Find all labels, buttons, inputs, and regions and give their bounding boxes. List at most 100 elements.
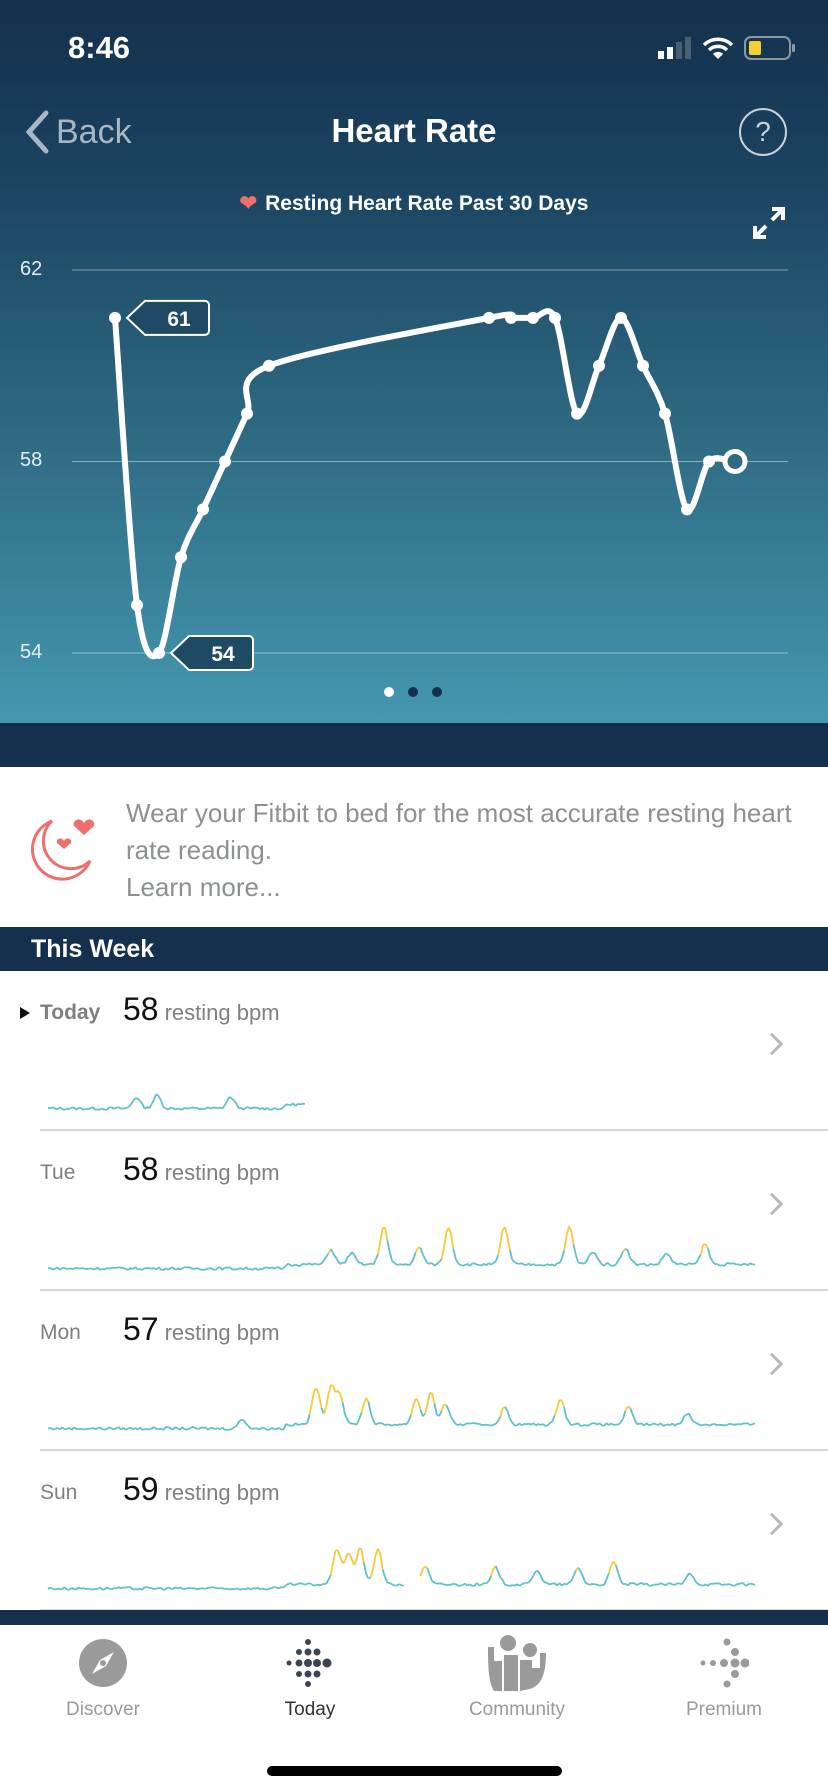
data-point[interactable] (241, 407, 253, 420)
day-row[interactable]: Sun 59 resting bpm (0, 1451, 828, 1611)
sparkline-segment (162, 1106, 167, 1110)
sparkline-segment (144, 1106, 148, 1110)
sparkline-segment (311, 1262, 315, 1266)
data-point[interactable] (571, 407, 583, 420)
data-point[interactable] (175, 551, 187, 564)
data-point[interactable] (593, 359, 605, 372)
sparkline-segment (292, 1583, 296, 1587)
data-point[interactable] (109, 311, 121, 324)
sparkline-segment (747, 1582, 751, 1586)
sleep-tip[interactable]: Wear your Fitbit to bed for the most acc… (0, 767, 828, 927)
data-point[interactable] (131, 599, 143, 612)
sparkline-segment (394, 1423, 398, 1427)
sparkline-segment (198, 1268, 202, 1271)
day-row[interactable]: Mon 57 resting bpm (0, 1291, 828, 1451)
day-row[interactable]: Tue 58 resting bpm (0, 1131, 828, 1291)
sparkline-segment (697, 1254, 702, 1260)
sparkline-segment (433, 1263, 438, 1267)
page-dot[interactable] (408, 687, 418, 697)
sparkline-segment (346, 1254, 351, 1259)
learn-more-link[interactable]: Learn more... (126, 869, 816, 906)
data-point[interactable] (219, 455, 231, 468)
data-point[interactable] (153, 647, 165, 659)
sparkline-segment (398, 1423, 402, 1426)
page-indicator[interactable] (384, 687, 442, 697)
resting-hr-chart[interactable]: 61 54 (0, 0, 828, 723)
sparkline-segment (348, 1553, 353, 1561)
sparkline-segment (749, 1262, 754, 1266)
sparkline-segment (386, 1240, 391, 1253)
sparkline-segment (174, 1267, 179, 1271)
sparkline-segment (276, 1107, 280, 1111)
day-row[interactable]: Today 58 resting bpm (0, 971, 828, 1131)
sparkline-segment (323, 1256, 327, 1262)
sparkline-segment (271, 1107, 275, 1111)
sparkline-segment (728, 1583, 732, 1586)
sparkline-segment (436, 1261, 440, 1265)
page-dot[interactable] (432, 687, 442, 697)
sparkline-segment (502, 1579, 507, 1586)
sparkline-segment (278, 1266, 282, 1270)
daily-hr-sparkline (47, 1384, 756, 1431)
sparkline-segment (509, 1249, 514, 1260)
sparkline-segment (306, 1414, 311, 1424)
home-indicator[interactable] (267, 1766, 562, 1776)
sparkline-segment (320, 1582, 325, 1586)
sparkline-segment (464, 1582, 469, 1587)
sparkline-segment (699, 1244, 705, 1255)
sparkline-segment (438, 1410, 443, 1417)
data-point[interactable] (483, 311, 495, 324)
sparkline-segment (719, 1264, 723, 1267)
sparkline-segment (141, 1586, 146, 1591)
sparkline-segment (101, 1107, 105, 1111)
sparkline-segment (526, 1422, 529, 1426)
sparkline-segment (292, 1422, 297, 1427)
data-point[interactable] (549, 311, 561, 324)
sparkline-segment (337, 1260, 341, 1265)
sparkline-segment (142, 1428, 145, 1431)
sparkline-segment (674, 1423, 678, 1427)
sparkline-segment (577, 1567, 582, 1572)
sparkline-segment (433, 1403, 438, 1415)
sparkline-segment (525, 1262, 530, 1266)
sparkline-segment (506, 1236, 511, 1251)
sparkline-segment (264, 1427, 268, 1431)
sparkline-segment (214, 1267, 219, 1271)
sparkline-segment (120, 1586, 124, 1590)
data-point[interactable] (681, 503, 693, 516)
sparkline-segment (66, 1267, 70, 1270)
sparkline-segment (148, 1103, 153, 1109)
current-point[interactable] (722, 449, 748, 474)
sparkline-segment (56, 1266, 61, 1271)
sparkline-segment (196, 1267, 200, 1270)
sparkline-segment (125, 1427, 129, 1431)
sparkline-segment (379, 1553, 384, 1570)
sparkline-segment (257, 1586, 261, 1591)
data-point[interactable] (197, 503, 209, 516)
tab-today[interactable]: Today (230, 1635, 390, 1721)
tab-premium[interactable]: Premium (644, 1635, 804, 1721)
sparkline-segment (132, 1097, 136, 1103)
sparkline-segment (193, 1587, 197, 1590)
data-point[interactable] (615, 311, 627, 324)
sparkline-segment (231, 1098, 235, 1102)
data-point[interactable] (659, 407, 671, 420)
sparkline-segment (431, 1262, 436, 1267)
sparkline-segment (106, 1267, 110, 1270)
sparkline-segment (82, 1587, 87, 1590)
data-point[interactable] (637, 359, 649, 372)
data-point[interactable] (527, 311, 539, 324)
sparkline-segment (622, 1410, 627, 1420)
data-point[interactable] (263, 359, 275, 372)
sparkline-segment (203, 1107, 207, 1110)
tab-community[interactable]: Community (437, 1635, 597, 1721)
tab-label: Community (468, 1699, 566, 1720)
tab-discover[interactable]: Discover (23, 1635, 183, 1721)
sparkline-segment (441, 1582, 445, 1586)
page-dot[interactable] (384, 687, 394, 697)
data-point[interactable] (703, 455, 715, 468)
sparkline-segment (365, 1573, 370, 1579)
sparkline-segment (76, 1427, 79, 1431)
data-point[interactable] (505, 311, 517, 324)
sparkline-segment (313, 1262, 317, 1266)
